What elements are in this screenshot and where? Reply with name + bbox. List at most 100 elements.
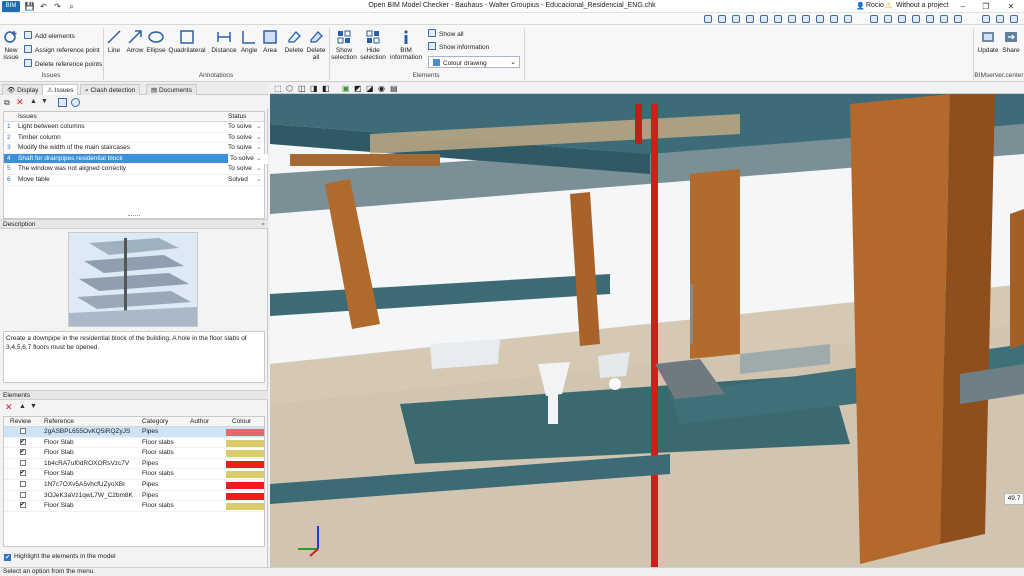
table-row[interactable]: 1b4cRA7uf0dROXORsVzc7V Pipes <box>4 459 264 470</box>
table-row[interactable]: Floor Slab Floor slabs <box>4 448 264 459</box>
checkbox-checked-icon[interactable] <box>20 438 26 447</box>
delete-icon[interactable]: ✕ <box>5 402 13 413</box>
review-checkbox[interactable] <box>20 427 26 438</box>
chevron-down-icon[interactable]: ⌄ <box>256 143 261 154</box>
colour-swatch[interactable] <box>226 429 264 436</box>
zoom-extents-icon[interactable] <box>746 15 754 23</box>
user-name[interactable]: Rocio <box>866 2 884 9</box>
wireframe-icon[interactable]: ▤ <box>390 84 398 93</box>
colour-swatch[interactable] <box>226 460 264 468</box>
visibility-icon[interactable]: ◉ <box>378 84 385 93</box>
checkbox-checked-icon[interactable] <box>20 501 26 511</box>
settings-icon[interactable] <box>830 15 838 23</box>
tab-clash-detection[interactable]: ⌕ Clash detection <box>80 84 141 95</box>
camera-icon[interactable] <box>816 15 824 23</box>
table-row-selected[interactable]: 4 Shaft for drainpipes residential block… <box>4 153 268 165</box>
area-button[interactable]: Area <box>261 29 279 54</box>
show-information-button[interactable]: Show information <box>428 42 489 51</box>
render-icon[interactable]: ◩ <box>354 84 362 93</box>
checkbox-empty-icon[interactable] <box>20 428 26 434</box>
delete-all-button[interactable]: Delete all <box>306 29 326 61</box>
view-iso-icon[interactable]: ◧ <box>322 84 330 93</box>
zoom-window-icon[interactable] <box>704 15 712 23</box>
issue-snapshot-image[interactable] <box>68 232 198 327</box>
review-checkbox[interactable] <box>20 448 26 459</box>
delete-reference-points-button[interactable]: Delete reference points <box>24 59 102 68</box>
review-checkbox[interactable] <box>20 438 26 449</box>
hide-selection-button[interactable]: Hide selection <box>360 29 386 61</box>
highlight-elements-toggle[interactable]: ✔ Highlight the elements in the model <box>4 553 116 561</box>
quadrilateral-button[interactable]: Quadrilateral <box>168 29 206 54</box>
layout-single-icon[interactable] <box>870 15 878 23</box>
panel-icon[interactable] <box>926 15 934 23</box>
checkbox-checked-icon[interactable] <box>20 469 26 479</box>
tab-issues[interactable]: ⚠ Issues <box>42 84 79 95</box>
move-down-icon[interactable]: ▼ <box>30 403 37 410</box>
tab-documents[interactable]: ▤ Documents <box>146 84 197 95</box>
table-row[interactable]: Floor Slab Floor slabs <box>4 438 264 449</box>
issue-status[interactable]: To solve <box>228 143 252 154</box>
globe-icon[interactable] <box>982 15 990 23</box>
view-side-icon[interactable]: ◨ <box>310 84 318 93</box>
new-issue-button[interactable]: New issue <box>2 29 20 61</box>
zoom-in-icon[interactable] <box>718 15 726 23</box>
orbit-icon[interactable] <box>788 15 796 23</box>
checkbox-empty-icon[interactable] <box>20 491 26 498</box>
chevron-down-icon[interactable]: ⌄ <box>256 164 261 175</box>
colour-swatch[interactable] <box>226 503 264 511</box>
show-all-button[interactable]: Show all <box>428 29 464 38</box>
checkbox-checked-icon[interactable] <box>20 448 26 458</box>
colour-mode-dropdown[interactable]: Colour drawing ⌄ <box>428 56 520 68</box>
layout-quad-icon[interactable] <box>898 15 906 23</box>
view-front-icon[interactable]: ⬡ <box>286 84 293 93</box>
section-icon[interactable] <box>844 15 852 23</box>
table-row[interactable]: 1 Light between columns To solve ⌄ <box>4 122 264 133</box>
issue-status[interactable]: Solved <box>228 175 248 186</box>
add-elements-button[interactable]: Add elements <box>24 31 75 40</box>
shade-icon[interactable]: ◪ <box>366 84 374 93</box>
target-icon[interactable] <box>71 98 80 107</box>
table-row[interactable]: 5 The window was not aligned correctly T… <box>4 164 264 175</box>
bim-information-button[interactable]: BIM information <box>389 29 423 61</box>
category-column-header[interactable]: Category <box>142 417 168 427</box>
image-icon[interactable] <box>58 98 67 107</box>
help-icon[interactable] <box>996 15 1004 23</box>
distance-button[interactable]: Distance <box>211 29 237 54</box>
colour-column-header[interactable]: Colour <box>232 417 251 427</box>
close-view-icon[interactable] <box>1010 15 1018 23</box>
colour-swatch[interactable] <box>226 439 264 447</box>
move-up-icon[interactable]: ▲ <box>30 98 37 105</box>
chevron-down-icon[interactable]: ⌄ <box>256 133 261 144</box>
tab-display[interactable]: 👁 Display <box>2 84 44 95</box>
3d-viewport[interactable]: ⬚ ⬡ ◫ ◨ ◧ ▣ ◩ ◪ ◉ ▤ 49.7 <box>270 83 1024 567</box>
walk-icon[interactable] <box>802 15 810 23</box>
issue-status[interactable]: To solve <box>228 133 252 144</box>
angle-button[interactable]: Angle <box>239 29 259 54</box>
chevron-down-icon[interactable]: ⌄ <box>256 175 261 186</box>
issue-status[interactable]: To solve <box>228 122 252 133</box>
status-column-header[interactable]: Status <box>228 112 246 122</box>
table-row[interactable]: 3 Modify the width of the main staircase… <box>4 143 264 154</box>
line-button[interactable]: Line <box>106 29 122 54</box>
chevron-down-icon[interactable]: ⌄ <box>256 122 261 133</box>
review-checkbox[interactable] <box>20 491 26 502</box>
issue-status[interactable]: To solve <box>228 164 252 175</box>
highlight-checkbox[interactable]: ✔ <box>4 554 11 561</box>
view-top-icon[interactable]: ◫ <box>298 84 306 93</box>
table-row[interactable]: 3OJeK3aVz1qwL7W_C2bm8K Pipes <box>4 491 264 502</box>
colour-swatch[interactable] <box>226 492 264 500</box>
assign-reference-point-button[interactable]: Assign reference point <box>24 45 100 54</box>
author-column-header[interactable]: Author <box>190 417 209 427</box>
issues-column-header[interactable]: Issues <box>18 112 37 122</box>
layers-icon[interactable]: ▣ <box>342 84 350 93</box>
review-checkbox[interactable] <box>20 469 26 480</box>
zoom-previous-icon[interactable] <box>760 15 768 23</box>
chevron-down-icon[interactable]: ⌄ <box>256 154 261 165</box>
copy-icon[interactable]: ⧉ <box>4 98 10 108</box>
checkbox-empty-icon[interactable] <box>20 480 26 487</box>
move-down-icon[interactable]: ▼ <box>41 98 48 105</box>
move-up-icon[interactable]: ▲ <box>19 403 26 410</box>
review-checkbox[interactable] <box>20 501 26 512</box>
update-button[interactable]: Update <box>977 29 999 54</box>
table-row[interactable]: 2gASBPL655OvKQ5iRQZyJS Pipes <box>4 427 264 438</box>
